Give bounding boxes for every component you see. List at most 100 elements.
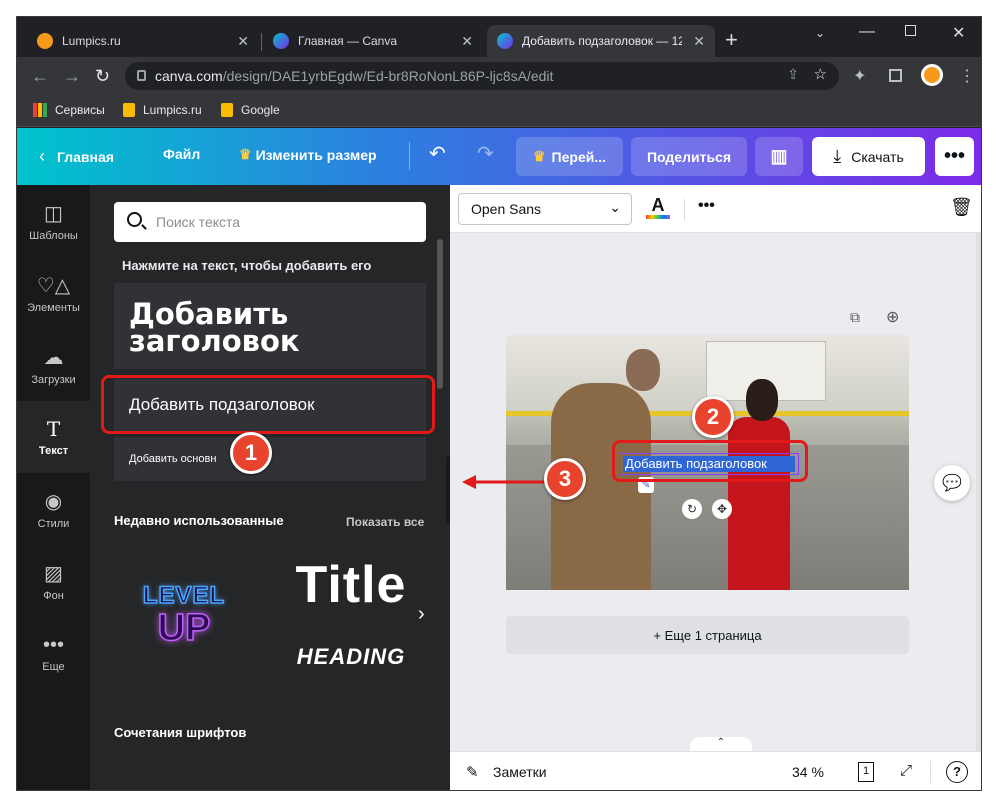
reload-icon[interactable]: ↻	[95, 66, 110, 87]
show-all-link[interactable]: Показать все	[346, 515, 424, 529]
editor-toolbar: Open Sans ⌄ A ••• 🗑	[450, 185, 981, 233]
back-icon[interactable]: ←	[31, 66, 49, 87]
left-rail: ◫ Шаблоны ♡△ Элементы ☁ Загрузки T Текст…	[17, 185, 90, 790]
step-badge-3: 3	[544, 458, 586, 500]
notes-button[interactable]: Заметки	[493, 764, 547, 780]
palette-icon: ◉	[44, 490, 63, 513]
chevron-right-icon[interactable]: ›	[418, 603, 425, 626]
sidepanel-icon[interactable]	[889, 69, 902, 82]
browser-menu-icon[interactable]: ⋮	[959, 66, 975, 86]
panel-scrollbar[interactable]	[437, 239, 443, 389]
toolbar-more-icon[interactable]: •••	[698, 197, 715, 215]
upgrade-button[interactable]: ♛ Перей...	[516, 137, 623, 176]
url-input[interactable]: canva.com /design/DAE1yrbEgdw/Ed-br8RoNo…	[125, 62, 839, 90]
recent-title: Недавно использованные	[114, 513, 284, 528]
page-count[interactable]: 1	[858, 762, 874, 782]
rail-uploads[interactable]: ☁ Загрузки	[17, 329, 90, 401]
add-page-button[interactable]: + Еще 1 страница	[506, 616, 909, 654]
sample-heading[interactable]: HEADING	[280, 644, 422, 670]
rail-text[interactable]: T Текст	[17, 401, 90, 473]
profile-avatar[interactable]	[921, 64, 943, 86]
share-button[interactable]: Поделиться	[631, 137, 747, 176]
tab-title: Главная — Canva	[298, 34, 398, 48]
rail-more[interactable]: ••• Еще	[17, 617, 90, 689]
bookmarks-bar: Сервисы Lumpics.ru Google	[17, 95, 981, 127]
comment-add-icon[interactable]: 💬	[934, 465, 970, 501]
font-selector[interactable]: Open Sans ⌄	[458, 193, 632, 225]
rail-background[interactable]: ▨ Фон	[17, 545, 90, 617]
close-tab-icon[interactable]: ✕	[461, 33, 473, 50]
rail-templates[interactable]: ◫ Шаблоны	[17, 185, 90, 257]
text-color-icon: A	[651, 195, 665, 215]
bookmark-label: Lumpics.ru	[143, 103, 202, 117]
close-tab-icon[interactable]: ✕	[693, 33, 705, 50]
rail-label: Фон	[43, 589, 64, 602]
tab-title: Lumpics.ru	[62, 34, 121, 48]
lumpics-favicon-icon	[37, 33, 53, 49]
text-color-button[interactable]: A	[646, 195, 670, 223]
folder-icon	[221, 103, 233, 117]
bookmark-google[interactable]: Google	[221, 103, 280, 117]
undo-icon[interactable]: ↶	[429, 141, 446, 166]
share-icon[interactable]: ⇪	[787, 66, 799, 83]
close-window-icon[interactable]: ✕	[952, 23, 965, 43]
tab-bar: Lumpics.ru ✕ Главная — Canva ✕ Добавить …	[17, 17, 981, 57]
sample-up-text: UP	[157, 607, 211, 649]
text-search-input[interactable]: Поиск текста	[114, 202, 426, 242]
download-label: Скачать	[851, 148, 904, 165]
add-heading-card[interactable]: Добавить заголовок	[114, 283, 426, 369]
bookmark-lumpics[interactable]: Lumpics.ru	[123, 103, 202, 117]
url-path: /design/DAE1yrbEgdw/Ed-br8RoNonL86P-ljc8…	[222, 68, 554, 84]
more-options-button[interactable]: •••	[935, 137, 974, 176]
tab-canva-home[interactable]: Главная — Canva ✕	[263, 25, 483, 57]
minimize-icon[interactable]: —	[859, 23, 875, 41]
heading-line-2: заголовок	[129, 324, 300, 358]
bookmark-star-icon[interactable]: ☆	[814, 65, 827, 83]
new-tab-icon[interactable]: +	[725, 29, 738, 51]
canva-header: ‹ Главная Файл ♛ Изменить размер ↶ ↷ ♛ П…	[17, 128, 981, 185]
more-dots-icon: •••	[42, 633, 64, 656]
font-name: Open Sans	[471, 201, 542, 217]
tab-canva-design[interactable]: Добавить подзаголовок — 12 ✕	[487, 25, 715, 57]
forward-icon[interactable]: →	[63, 66, 81, 87]
fullscreen-icon[interactable]: ⤢	[900, 762, 912, 779]
rail-elements[interactable]: ♡△ Элементы	[17, 257, 90, 329]
canva-favicon-icon	[273, 33, 289, 49]
zoom-level[interactable]: 34 %	[792, 764, 824, 780]
bookmark-label: Google	[241, 103, 280, 117]
chevron-up-icon[interactable]: ⌃	[690, 737, 752, 751]
add-page-icon[interactable]: ⊕	[886, 307, 899, 327]
resize-button[interactable]: ♛ Изменить размер	[239, 146, 377, 163]
tab-title: Добавить подзаголовок — 12	[522, 34, 682, 48]
extensions-icon[interactable]: ✦	[853, 66, 866, 86]
rotate-icon[interactable]: ↻	[682, 499, 702, 519]
duplicate-page-icon[interactable]: ⧉	[850, 309, 860, 326]
rail-styles[interactable]: ◉ Стили	[17, 473, 90, 545]
move-icon[interactable]: ✥	[712, 499, 732, 519]
close-tab-icon[interactable]: ✕	[237, 33, 249, 50]
url-host: canva.com	[155, 68, 223, 84]
header-divider	[409, 142, 410, 170]
notes-icon[interactable]: ✎	[466, 763, 479, 781]
home-label: Главная	[57, 148, 114, 165]
vertical-scrollbar[interactable]	[976, 233, 981, 751]
home-button[interactable]: ‹ Главная	[39, 146, 114, 167]
apps-grid-icon	[33, 103, 47, 117]
font-combos-title: Сочетания шрифтов	[114, 725, 247, 740]
elements-icon: ♡△	[36, 274, 71, 297]
sample-level-text: LEVEL	[142, 582, 226, 610]
sample-title[interactable]: Title	[280, 555, 422, 615]
file-menu-button[interactable]: Файл	[163, 146, 200, 162]
insights-chart-icon[interactable]: ▥	[755, 137, 803, 176]
tab-search-icon[interactable]: ⌄	[815, 26, 825, 40]
download-button[interactable]: ⤓ Скачать	[812, 137, 925, 176]
templates-icon: ◫	[44, 202, 63, 225]
redo-icon[interactable]: ↷	[477, 141, 494, 166]
help-button[interactable]: ?	[946, 761, 968, 783]
upgrade-label: Перей...	[551, 148, 607, 165]
sample-level-up[interactable]: LEVEL UP	[118, 565, 250, 665]
bookmark-services[interactable]: Сервисы	[33, 103, 105, 117]
maximize-icon[interactable]	[905, 25, 916, 36]
trash-icon[interactable]: 🗑	[950, 197, 973, 218]
tab-lumpics[interactable]: Lumpics.ru ✕	[27, 25, 259, 57]
